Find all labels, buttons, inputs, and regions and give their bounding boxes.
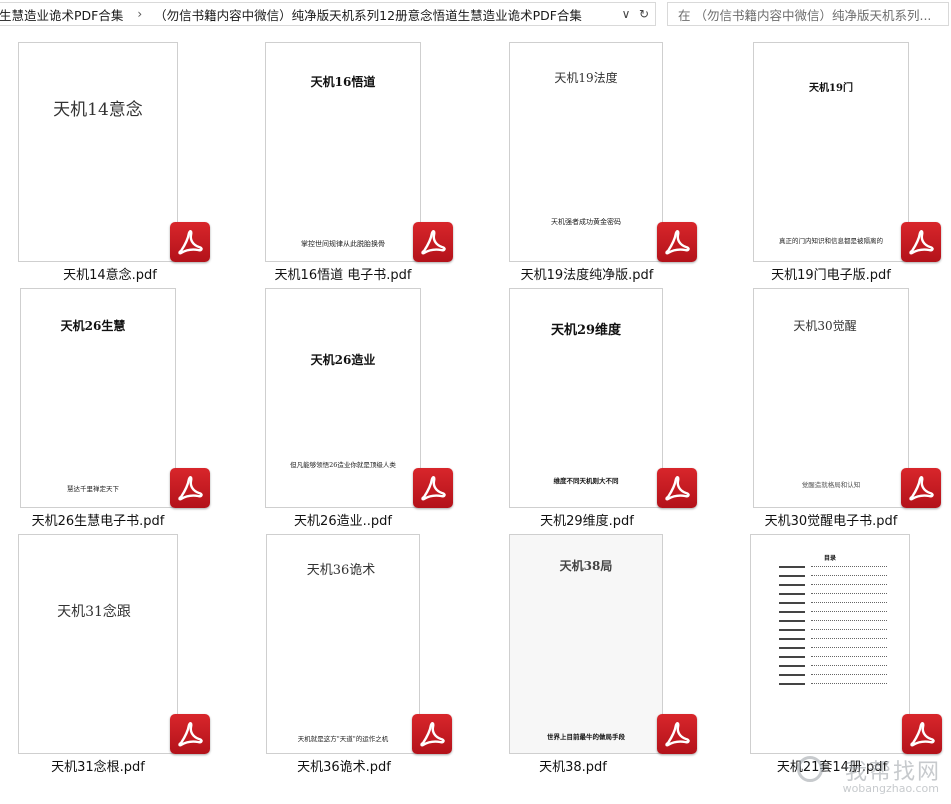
cover-title: 天机16悟道 (310, 75, 376, 89)
toc-line (779, 574, 887, 577)
file-item[interactable]: 天机16悟道 掌控世间规律从此脱胎换骨 天机16悟道 电子书.pdf (255, 40, 475, 283)
pdf-icon (901, 468, 941, 508)
cover-title: 天机19法度 (554, 71, 618, 85)
chevron-down-icon[interactable]: ∨ (617, 3, 635, 25)
toc-line (779, 664, 887, 667)
pdf-icon (657, 468, 697, 508)
file-item[interactable]: 天机29维度 维度不同天机则大不同 天机29维度.pdf (499, 286, 719, 529)
file-name[interactable]: 天机31念根.pdf (0, 756, 208, 775)
file-name[interactable]: 天机26生慧电子书.pdf (0, 510, 208, 529)
file-item[interactable]: 天机26生慧 慧达千里禅定天下 天机26生慧电子书.pdf (10, 286, 230, 529)
file-name[interactable]: 天机38.pdf (463, 756, 683, 775)
file-item[interactable]: 天机30觉醒 觉醒造就格局和认知 天机30觉醒电子书.pdf (743, 286, 951, 529)
search-box[interactable]: 在 （勿信书籍内容中微信）纯净版天机系列... (667, 2, 949, 26)
pdf-thumbnail[interactable]: 天机30觉醒 觉醒造就格局和认知 (753, 288, 909, 508)
toc-line (779, 610, 887, 613)
pdf-icon (170, 468, 210, 508)
toc-line (779, 682, 887, 685)
cover-title: 天机26造业 (310, 353, 376, 367)
breadcrumb-parent[interactable]: 生慧造业诡术PDF合集 (0, 5, 123, 24)
cover-title: 天机30觉醒 (793, 319, 857, 333)
pdf-thumbnail[interactable]: 天机16悟道 掌控世间规律从此脱胎换骨 (265, 42, 421, 262)
file-name[interactable]: 天机14意念.pdf (0, 264, 220, 283)
file-item[interactable]: 天机19法度 天机强者成功黄金密码 天机19法度纯净版.pdf (499, 40, 719, 283)
pdf-icon (413, 468, 453, 508)
file-name[interactable]: 天机29维度.pdf (477, 510, 697, 529)
toc-line (779, 619, 887, 622)
pdf-icon (170, 222, 210, 262)
file-name[interactable]: 天机16悟道 电子书.pdf (233, 264, 453, 283)
site-watermark: 我帮找网 wobangzhao.com (797, 750, 947, 802)
pdf-icon (170, 714, 210, 754)
pdf-thumbnail[interactable]: 天机26生慧 慧达千里禅定天下 (20, 288, 176, 508)
cover-title: 天机29维度 (550, 323, 622, 338)
file-item[interactable]: 天机36诡术 天机就是这方"天道"的运作之机 天机36诡术.pdf (256, 532, 476, 775)
pdf-icon (413, 222, 453, 262)
file-name[interactable]: 天机26造业..pdf (233, 510, 453, 529)
toc-line (779, 646, 887, 649)
pdf-thumbnail[interactable]: 天机19门 真正的门内知识和信息都是被隔离的 (753, 42, 909, 262)
cover-subtitle: 天机就是这方"天道"的运作之机 (297, 735, 389, 743)
cover-title: 天机26生慧 (60, 319, 126, 333)
toc-line (779, 655, 887, 658)
address-bar[interactable]: 生慧造业诡术PDF合集 › （勿信书籍内容中微信）纯净版天机系列12册意念悟道生… (0, 2, 656, 26)
pdf-thumbnail[interactable]: 天机29维度 维度不同天机则大不同 (509, 288, 663, 508)
watermark-url: wobangzhao.com (842, 782, 939, 795)
toc-line (779, 673, 887, 676)
search-placeholder: 在 （勿信书籍内容中微信）纯净版天机系列... (678, 7, 932, 23)
pdf-icon (657, 222, 697, 262)
cover-title: 天机38局 (559, 559, 613, 573)
toc-title: 目录 (823, 555, 836, 562)
file-name[interactable]: 天机36诡术.pdf (234, 756, 454, 775)
cover-title: 天机31念跟 (57, 604, 131, 620)
pdf-thumbnail[interactable]: 天机31念跟 (18, 534, 178, 754)
pdf-thumbnail[interactable]: 目录 (750, 534, 910, 754)
file-name[interactable]: 天机19法度纯净版.pdf (477, 264, 697, 283)
magnifier-logo-icon (797, 756, 823, 782)
cover-title: 天机14意念 (53, 100, 143, 120)
file-item[interactable]: 天机19门 真正的门内知识和信息都是被隔离的 天机19门电子版.pdf (743, 40, 951, 283)
pdf-icon (657, 714, 697, 754)
toc-line (779, 592, 887, 595)
pdf-icon (901, 222, 941, 262)
file-item[interactable]: 天机26造业 但凡能够领悟26造业你就是顶级人类 天机26造业..pdf (255, 286, 475, 529)
pdf-thumbnail[interactable]: 天机26造业 但凡能够领悟26造业你就是顶级人类 (265, 288, 421, 508)
toc-line (779, 565, 887, 568)
cover-subtitle: 维度不同天机则大不同 (553, 477, 619, 485)
pdf-thumbnail[interactable]: 天机36诡术 天机就是这方"天道"的运作之机 (266, 534, 420, 754)
cover-subtitle: 真正的门内知识和信息都是被隔离的 (779, 237, 883, 245)
toc-line (779, 637, 887, 640)
cover-subtitle: 觉醒造就格局和认知 (801, 481, 861, 489)
cover-title: 天机36诡术 (306, 563, 376, 578)
cover-subtitle: 掌控世间规律从此脱胎换骨 (301, 240, 385, 248)
toc-line (779, 628, 887, 631)
pdf-thumbnail[interactable]: 天机14意念 (18, 42, 178, 262)
breadcrumb-current[interactable]: （勿信书籍内容中微信）纯净版天机系列12册意念悟道生慧造业诡术PDF合集 (152, 5, 582, 24)
pdf-icon (902, 714, 942, 754)
pdf-thumbnail[interactable]: 天机38局 世界上目前最牛的做局手段 (509, 534, 663, 754)
toc-line (779, 583, 887, 586)
file-name[interactable]: 天机30觉醒电子书.pdf (721, 510, 941, 529)
file-item[interactable]: 天机38局 世界上目前最牛的做局手段 天机38.pdf (499, 532, 719, 775)
refresh-icon[interactable]: ↻ (635, 3, 653, 25)
cover-subtitle: 世界上目前最牛的做局手段 (547, 733, 625, 741)
pdf-thumbnail[interactable]: 天机19法度 天机强者成功黄金密码 (509, 42, 663, 262)
file-item[interactable]: 目录 天机21套14册.pdf (740, 532, 951, 775)
breadcrumb-chevron-icon[interactable]: › (137, 7, 142, 21)
cover-subtitle: 慧达千里禅定天下 (67, 485, 119, 493)
toc-line (779, 601, 887, 604)
cover-subtitle: 但凡能够领悟26造业你就是顶级人类 (290, 461, 396, 469)
cover-subtitle: 天机强者成功黄金密码 (551, 218, 621, 226)
pdf-icon (412, 714, 452, 754)
file-name[interactable]: 天机19门电子版.pdf (721, 264, 941, 283)
file-item[interactable]: 天机31念跟 天机31念根.pdf (8, 532, 228, 775)
explorer-toolbar: 生慧造业诡术PDF合集 › （勿信书籍内容中微信）纯净版天机系列12册意念悟道生… (0, 0, 951, 30)
file-item[interactable]: 天机14意念 天机14意念.pdf (8, 40, 228, 283)
cover-title: 天机19门 (809, 83, 853, 94)
